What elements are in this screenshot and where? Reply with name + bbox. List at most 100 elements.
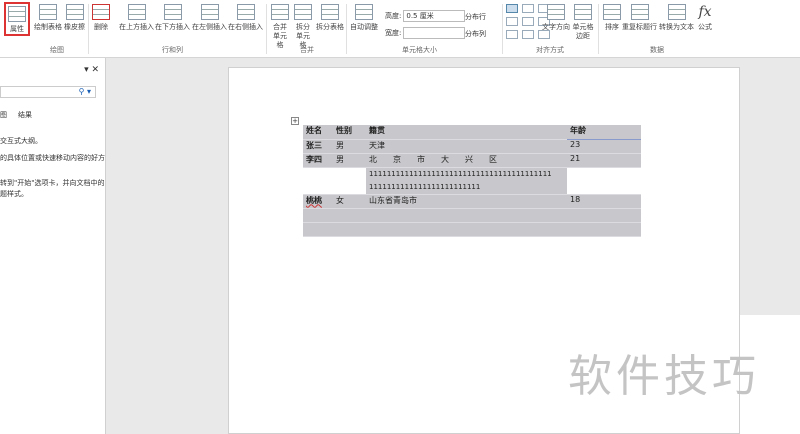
header-cell[interactable]: 姓名 bbox=[303, 125, 333, 140]
table-cell[interactable]: 天津 bbox=[366, 139, 567, 154]
distribute-rows-button[interactable]: 分布行 bbox=[465, 12, 486, 22]
convert-text-icon bbox=[667, 4, 686, 20]
eraser-button[interactable]: 橡皮擦 bbox=[64, 4, 85, 32]
pencil-table-icon bbox=[39, 4, 57, 20]
group-alignment-label: 对齐方式 bbox=[536, 46, 564, 54]
height-row: 高度: 0.5 厘米 bbox=[385, 10, 466, 22]
table-cell[interactable] bbox=[333, 208, 366, 223]
insert-right-button[interactable]: 在右侧插入 bbox=[228, 4, 263, 32]
autofit-button[interactable]: 自动调整 bbox=[350, 4, 378, 32]
convert-to-text-button[interactable]: 转换为文本 bbox=[659, 4, 694, 32]
insert-above-button[interactable]: 在上方插入 bbox=[119, 4, 154, 32]
table-cell[interactable]: 18 bbox=[567, 194, 641, 209]
pane-text: 转到"开始"选项卡，并向文档中的 bbox=[0, 179, 105, 187]
table-row: 李四男北 京 市 大 兴 区 21 bbox=[303, 153, 641, 168]
draw-table-button[interactable]: 绘制表格 bbox=[34, 4, 62, 32]
cell-margins-button[interactable]: 单元格边距 bbox=[572, 4, 594, 41]
align-middle-center-button[interactable] bbox=[522, 17, 534, 26]
align-bottom-center-button[interactable] bbox=[522, 30, 534, 39]
table-cell[interactable]: 李四 bbox=[303, 153, 333, 168]
table-row: 桃桃女山东省青岛市 18 bbox=[303, 194, 641, 209]
fx-icon: fx bbox=[698, 4, 712, 20]
table-cell[interactable] bbox=[303, 222, 333, 237]
table-cell[interactable]: 1111111111111111111111111111111111111111… bbox=[366, 167, 567, 195]
table-row: 1111111111111111111111111111111111111111… bbox=[303, 167, 641, 195]
text-direction-button[interactable]: 文字方向 bbox=[542, 4, 570, 32]
align-top-left-button[interactable] bbox=[506, 4, 518, 13]
ribbon: 属性 绘制表格 橡皮擦 绘图 删除 在上方插入 在下方插入 在左侧插入 在右侧插… bbox=[0, 0, 800, 58]
table-cell[interactable] bbox=[333, 222, 366, 237]
delete-icon bbox=[92, 4, 110, 20]
table-cell[interactable] bbox=[567, 222, 641, 237]
repeat-header-button[interactable]: 重复标题行 bbox=[622, 4, 657, 32]
split-cells-button[interactable]: 拆分单元格 bbox=[293, 4, 313, 50]
table-cell[interactable]: 北 京 市 大 兴 区 bbox=[366, 153, 567, 168]
repeat-header-icon bbox=[630, 4, 649, 20]
table-row bbox=[303, 222, 641, 237]
table-cell[interactable] bbox=[366, 222, 567, 237]
align-top-center-button[interactable] bbox=[522, 4, 534, 13]
table-cell[interactable]: 男 bbox=[333, 139, 366, 154]
table-cell[interactable]: 男 bbox=[333, 153, 366, 168]
header-cell[interactable]: 性别 bbox=[333, 125, 366, 140]
navigation-pane: ▾ ✕ ⚲ ▾ 图 结果 交互式大纲。 的具体位置或快速移动内容的好方 转到"开… bbox=[0, 58, 106, 434]
table-row: 张三男天津 23 bbox=[303, 139, 641, 154]
align-middle-left-button[interactable] bbox=[506, 17, 518, 26]
table-cell[interactable]: 桃桃 bbox=[303, 194, 333, 209]
sort-button[interactable]: 排序 bbox=[603, 4, 621, 32]
table-cell[interactable] bbox=[303, 167, 333, 195]
table-cell[interactable]: 女 bbox=[333, 194, 366, 209]
header-cell[interactable]: 籍贯 bbox=[366, 125, 567, 140]
split-table-button[interactable]: 拆分表格 bbox=[316, 4, 344, 32]
table-cell[interactable] bbox=[303, 208, 333, 223]
properties-icon bbox=[8, 6, 26, 22]
table-cell[interactable] bbox=[567, 208, 641, 223]
table-move-handle-icon[interactable]: + bbox=[291, 117, 299, 125]
group-merge-label: 合并 bbox=[300, 46, 314, 54]
width-input[interactable] bbox=[403, 27, 466, 39]
cell-margins-icon bbox=[574, 4, 592, 20]
insert-left-button[interactable]: 在左侧插入 bbox=[192, 4, 227, 32]
insert-left-icon bbox=[200, 4, 219, 20]
merge-cells-button[interactable]: 合并单元格 bbox=[270, 4, 290, 50]
pane-tab-results[interactable]: 结果 bbox=[18, 110, 32, 120]
pane-text: 交互式大纲。 bbox=[0, 137, 42, 145]
insert-below-button[interactable]: 在下方插入 bbox=[155, 4, 190, 32]
split-table-icon bbox=[321, 4, 339, 20]
header-cell[interactable]: 年龄 bbox=[567, 125, 641, 140]
insert-above-icon bbox=[127, 4, 146, 20]
sort-az-icon bbox=[603, 4, 621, 20]
cell-line: 1111111111111111111111111111111111111111… bbox=[369, 169, 552, 178]
split-cells-icon bbox=[294, 4, 312, 20]
table-cell[interactable]: 张三 bbox=[303, 139, 333, 154]
distribute-cols-button[interactable]: 分布列 bbox=[465, 29, 486, 39]
insert-right-icon bbox=[236, 4, 255, 20]
properties-button[interactable]: 属性 bbox=[4, 2, 30, 36]
formula-button[interactable]: fx 公式 bbox=[698, 4, 712, 32]
cell-line: 1111111111111111111111111 bbox=[369, 182, 481, 191]
table-cell[interactable]: 山东省青岛市 bbox=[366, 194, 567, 209]
table-header-row: 姓名 性别 籍贯 年龄 bbox=[303, 125, 641, 140]
watermark: 软件技巧 bbox=[568, 351, 760, 402]
height-input[interactable]: 0.5 厘米 bbox=[403, 10, 466, 22]
table-cell[interactable]: 23 bbox=[567, 139, 641, 154]
pane-text: 的具体位置或快速移动内容的好方 bbox=[0, 154, 105, 162]
table-cell[interactable] bbox=[567, 167, 641, 195]
group-rows-cols-label: 行和列 bbox=[162, 46, 183, 54]
table-cell[interactable] bbox=[366, 208, 567, 223]
group-cell-size-label: 单元格大小 bbox=[402, 46, 437, 54]
pane-close-icon[interactable]: ▾ ✕ bbox=[84, 65, 99, 75]
text-direction-icon bbox=[547, 4, 565, 20]
eraser-icon bbox=[65, 4, 84, 20]
table-cell[interactable]: 21 bbox=[567, 153, 641, 168]
table-row bbox=[303, 208, 641, 223]
width-row: 宽度: bbox=[385, 27, 466, 39]
merge-cells-icon bbox=[271, 4, 289, 20]
group-data-label: 数据 bbox=[650, 46, 664, 54]
autofit-icon bbox=[355, 4, 373, 20]
delete-button[interactable]: 删除 bbox=[92, 4, 110, 32]
pane-tab-partial[interactable]: 图 bbox=[0, 110, 7, 120]
align-bottom-left-button[interactable] bbox=[506, 30, 518, 39]
table-cell[interactable] bbox=[333, 167, 366, 195]
pane-search-input[interactable]: ⚲ ▾ bbox=[0, 86, 96, 98]
